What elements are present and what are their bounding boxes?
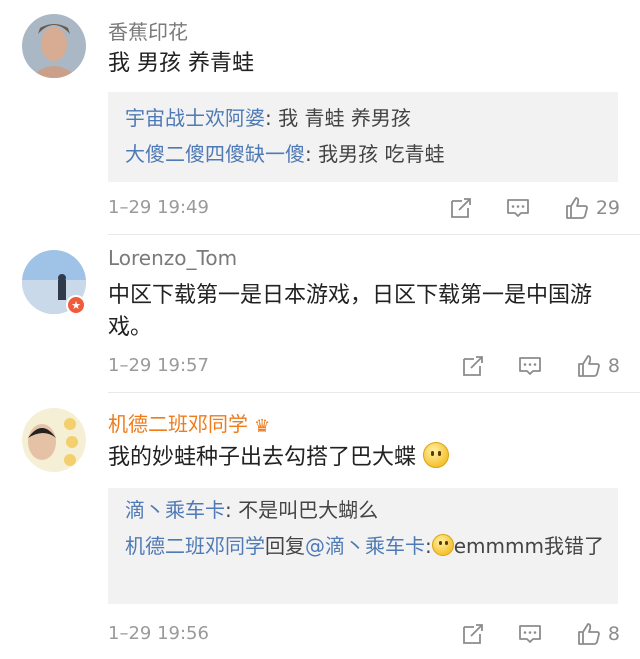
comment-text-content: 我的妙蛙种子出去勾搭了巴大蝶 (108, 445, 417, 470)
reply-author[interactable]: 机德二班邓同学 (125, 534, 265, 558)
author-name-text[interactable]: 机德二班邓同学 (108, 412, 248, 436)
comment-icon (517, 353, 543, 379)
comment-author[interactable]: 香蕉印花 (108, 16, 188, 45)
comment-meta: 1–29 19:56 8 (108, 620, 620, 648)
like-count: 8 (607, 623, 620, 645)
comment-time: 1–29 19:57 (108, 355, 209, 376)
reply-text: 我男孩 吃青蛙 (318, 142, 445, 166)
comment-author[interactable]: Lorenzo_Tom (108, 246, 237, 270)
crown-icon: ♛ (254, 416, 271, 437)
comment-actions: 8 (460, 620, 620, 648)
comment-button[interactable] (505, 195, 531, 221)
like-icon (576, 621, 602, 647)
like-button[interactable]: 29 (564, 195, 620, 221)
comment-author[interactable]: 机德二班邓同学 ♛ (108, 408, 270, 437)
like-button[interactable]: 8 (576, 353, 620, 379)
comment-time: 1–29 19:56 (108, 623, 209, 644)
comment-button[interactable] (517, 621, 543, 647)
verified-badge-icon: ★ (66, 295, 86, 315)
reply-text: 我 青蛙 养男孩 (278, 106, 411, 130)
comment-icon (505, 195, 531, 221)
share-icon (460, 353, 486, 379)
comment-meta: 1–29 19:49 29 (108, 194, 620, 222)
reply-item[interactable]: 宇宙战士欢阿婆: 我 青蛙 养男孩 (108, 100, 618, 136)
reply-separator: : (305, 142, 319, 166)
reply-item[interactable]: 机德二班邓同学回复@滴丶乘车卡: emmmm我错了 (108, 528, 618, 564)
like-count: 8 (607, 355, 620, 377)
reply-box[interactable]: 滴丶乘车卡: 不是叫巴大蝴么 机德二班邓同学回复@滴丶乘车卡: emmmm我错了 (108, 488, 618, 604)
reply-author[interactable]: 宇宙战士欢阿婆 (125, 106, 265, 130)
like-icon (576, 353, 602, 379)
avatar[interactable] (22, 14, 86, 78)
reply-author[interactable]: 滴丶乘车卡 (125, 498, 225, 522)
comment-actions: 8 (460, 352, 620, 380)
reply-text: 不是叫巴大蝴么 (238, 498, 379, 522)
comment-meta: 1–29 19:57 8 (108, 352, 620, 380)
comment-text: 我 男孩 养青蛙 (108, 51, 254, 76)
share-button[interactable] (448, 195, 474, 221)
share-button[interactable] (460, 621, 486, 647)
like-button[interactable]: 8 (576, 621, 620, 647)
reply-item[interactable]: 大傻二傻四傻缺一傻: 我男孩 吃青蛙 (108, 136, 618, 172)
thinking-emoji-icon (431, 534, 454, 556)
thinking-emoji-icon (423, 442, 450, 468)
avatar[interactable] (22, 408, 86, 472)
like-icon (564, 195, 590, 221)
divider (108, 392, 640, 393)
reply-target[interactable]: @滴丶乘车卡 (305, 534, 425, 558)
comment-text: 我的妙蛙种子出去勾搭了巴大蝶 (108, 442, 620, 474)
share-icon (448, 195, 474, 221)
reply-separator: : (265, 106, 279, 130)
share-icon (460, 621, 486, 647)
reply-box[interactable]: 宇宙战士欢阿婆: 我 青蛙 养男孩 大傻二傻四傻缺一傻: 我男孩 吃青蛙 (108, 92, 618, 182)
comment-text: 中区下载第一是日本游戏，日区下载第一是中国游戏。 (108, 283, 593, 340)
reply-text: emmmm我错了 (453, 534, 604, 558)
reply-label: 回复 (265, 534, 305, 558)
like-count: 29 (595, 197, 620, 219)
reply-author[interactable]: 大傻二傻四傻缺一傻 (125, 142, 305, 166)
reply-separator: : (225, 498, 239, 522)
comment-button[interactable] (517, 353, 543, 379)
reply-item[interactable]: 滴丶乘车卡: 不是叫巴大蝴么 (108, 492, 618, 528)
divider (108, 234, 640, 235)
share-button[interactable] (460, 353, 486, 379)
comment-icon (517, 621, 543, 647)
comment-actions: 29 (448, 194, 620, 222)
reply-separator: : (425, 534, 432, 558)
comment-time: 1–29 19:49 (108, 197, 209, 218)
